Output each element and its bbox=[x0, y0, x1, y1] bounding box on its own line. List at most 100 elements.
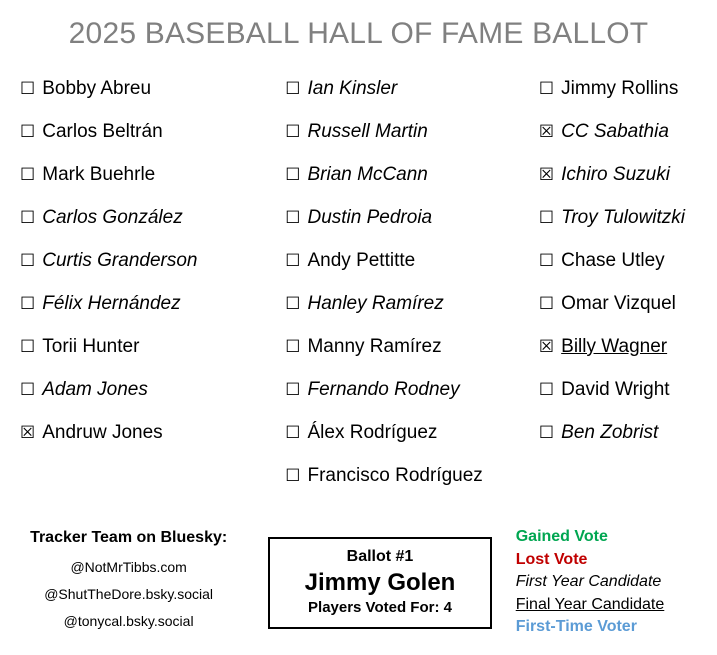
ballot-voter-name: Jimmy Golen bbox=[304, 569, 456, 596]
checkbox-unchecked-icon[interactable]: ☐ bbox=[20, 111, 35, 154]
checkbox-unchecked-icon[interactable]: ☐ bbox=[20, 326, 35, 369]
checkbox-unchecked-icon[interactable]: ☐ bbox=[539, 283, 554, 326]
candidate-row[interactable]: ☒ Ichiro Suzuki bbox=[539, 153, 717, 196]
page-title: 2025 BASEBALL HALL OF FAME BALLOT bbox=[68, 17, 649, 50]
candidate-name: Francisco Rodríguez bbox=[307, 465, 483, 486]
checkbox-unchecked-icon[interactable]: ☐ bbox=[20, 240, 35, 283]
ballot-card-section: Ballot #1 Jimmy Golen Players Voted For:… bbox=[257, 518, 502, 629]
checkbox-unchecked-icon[interactable]: ☐ bbox=[20, 154, 35, 197]
candidate-row[interactable]: ☐ Chase Utley bbox=[539, 239, 717, 282]
candidate-row[interactable]: ☐ Félix Hernández bbox=[20, 282, 272, 325]
legend-item-final-year: Final Year Candidate bbox=[515, 595, 665, 613]
legend-item-gained: Gained Vote bbox=[515, 528, 608, 545]
checkbox-unchecked-icon[interactable]: ☐ bbox=[285, 197, 300, 240]
candidate-name: Ian Kinsler bbox=[307, 78, 398, 99]
candidate-row[interactable]: ☒ Billy Wagner bbox=[539, 325, 717, 368]
candidate-row[interactable]: ☐ Hanley Ramírez bbox=[285, 282, 526, 325]
candidate-name: Curtis Granderson bbox=[42, 250, 198, 271]
ballot-column-1: ☐ Bobby Abreu ☐ Carlos Beltrán ☐ Mark Buehrle… bbox=[0, 67, 272, 454]
candidate-name: Andruw Jones bbox=[42, 422, 163, 443]
checkbox-unchecked-icon[interactable]: ☐ bbox=[285, 111, 300, 154]
candidate-row[interactable]: ☐ Andy Pettitte bbox=[285, 239, 526, 282]
candidate-row[interactable]: ☐ Fernando Rodney bbox=[285, 368, 526, 411]
checkbox-unchecked-icon[interactable]: ☐ bbox=[539, 68, 554, 111]
checkbox-unchecked-icon[interactable]: ☐ bbox=[20, 68, 35, 111]
candidate-row[interactable]: ☐ Carlos González bbox=[20, 196, 272, 239]
ballot-vote-count: Players Voted For: 4 bbox=[308, 599, 452, 617]
candidate-row[interactable]: ☐ Brian McCann bbox=[285, 153, 526, 196]
candidate-name: Carlos Beltrán bbox=[42, 121, 163, 142]
candidate-name: CC Sabathia bbox=[561, 121, 669, 142]
checkbox-unchecked-icon[interactable]: ☐ bbox=[539, 197, 554, 240]
candidate-name: Billy Wagner bbox=[561, 336, 668, 357]
checkbox-unchecked-icon[interactable]: ☐ bbox=[285, 326, 300, 369]
candidate-name: Ben Zobrist bbox=[561, 422, 659, 443]
checkbox-unchecked-icon[interactable]: ☐ bbox=[539, 369, 554, 412]
footer: Tracker Team on Bluesky: @NotMrTibbs.com… bbox=[0, 518, 717, 655]
candidate-row[interactable]: ☐ Bobby Abreu bbox=[20, 67, 272, 110]
candidate-row[interactable]: ☒ CC Sabathia bbox=[539, 110, 717, 153]
candidate-name: Dustin Pedroia bbox=[307, 207, 433, 228]
checkbox-unchecked-icon[interactable]: ☐ bbox=[539, 240, 554, 283]
ballot-number: Ballot #1 bbox=[346, 548, 414, 565]
checkbox-checked-icon[interactable]: ☒ bbox=[539, 111, 554, 154]
tracker-team-heading: Tracker Team on Bluesky: bbox=[30, 529, 228, 546]
tracker-handle[interactable]: @NotMrTibbs.com bbox=[0, 559, 257, 575]
ballot-column-2: ☐ Ian Kinsler ☐ Russell Martin ☐ Brian McCann… bbox=[272, 67, 526, 497]
candidate-name: Ichiro Suzuki bbox=[561, 164, 670, 185]
candidate-row[interactable]: ☒ Andruw Jones bbox=[20, 411, 272, 454]
candidate-name: Hanley Ramírez bbox=[307, 293, 444, 314]
candidate-name: Jimmy Rollins bbox=[561, 78, 679, 99]
candidate-row[interactable]: ☐ Ian Kinsler bbox=[285, 67, 526, 110]
candidate-name: Brian McCann bbox=[307, 164, 428, 185]
candidate-row[interactable]: ☐ Adam Jones bbox=[20, 368, 272, 411]
legend-item-first-year: First Year Candidate bbox=[515, 573, 662, 590]
candidate-name: Russell Martin bbox=[307, 121, 428, 142]
candidate-row[interactable]: ☐ Ben Zobrist bbox=[539, 411, 717, 454]
candidate-row[interactable]: ☐ Jimmy Rollins bbox=[539, 67, 717, 110]
candidate-name: Torii Hunter bbox=[42, 336, 140, 357]
checkbox-unchecked-icon[interactable]: ☐ bbox=[20, 197, 35, 240]
candidate-name: Manny Ramírez bbox=[307, 336, 442, 357]
checkbox-unchecked-icon[interactable]: ☐ bbox=[285, 68, 300, 111]
candidate-row[interactable]: ☐ Carlos Beltrán bbox=[20, 110, 272, 153]
candidate-row[interactable]: ☐ David Wright bbox=[539, 368, 717, 411]
checkbox-checked-icon[interactable]: ☒ bbox=[539, 326, 554, 369]
candidate-name: Adam Jones bbox=[42, 379, 148, 400]
checkbox-checked-icon[interactable]: ☒ bbox=[20, 412, 35, 455]
candidate-row[interactable]: ☐ Francisco Rodríguez bbox=[285, 454, 526, 497]
candidate-row[interactable]: ☐ Mark Buehrle bbox=[20, 153, 272, 196]
candidate-name: Mark Buehrle bbox=[42, 164, 156, 185]
candidate-row[interactable]: ☐ Torii Hunter bbox=[20, 325, 272, 368]
checkbox-unchecked-icon[interactable]: ☐ bbox=[285, 412, 300, 455]
tracker-team-section: Tracker Team on Bluesky: @NotMrTibbs.com… bbox=[0, 518, 257, 640]
ballot-columns: ☐ Bobby Abreu ☐ Carlos Beltrán ☐ Mark Buehrle… bbox=[0, 50, 717, 497]
checkbox-unchecked-icon[interactable]: ☐ bbox=[20, 369, 35, 412]
candidate-name: Omar Vizquel bbox=[561, 293, 676, 314]
candidate-name: Álex Rodríguez bbox=[307, 422, 438, 443]
candidate-row[interactable]: ☐ Dustin Pedroia bbox=[285, 196, 526, 239]
candidate-row[interactable]: ☐ Manny Ramírez bbox=[285, 325, 526, 368]
checkbox-checked-icon[interactable]: ☒ bbox=[539, 154, 554, 197]
checkbox-unchecked-icon[interactable]: ☐ bbox=[285, 240, 300, 283]
candidate-name: Fernando Rodney bbox=[307, 379, 460, 400]
checkbox-unchecked-icon[interactable]: ☐ bbox=[285, 154, 300, 197]
checkbox-unchecked-icon[interactable]: ☐ bbox=[539, 412, 554, 455]
tracker-handle[interactable]: @tonycal.bsky.social bbox=[0, 613, 257, 629]
checkbox-unchecked-icon[interactable]: ☐ bbox=[285, 283, 300, 326]
candidate-name: David Wright bbox=[561, 379, 670, 400]
legend-item-lost: Lost Vote bbox=[515, 550, 588, 568]
ballot-column-3: ☐ Jimmy Rollins ☒ CC Sabathia ☒ Ichiro Suzuki… bbox=[526, 67, 717, 454]
candidate-name: Bobby Abreu bbox=[42, 78, 152, 99]
candidate-name: Chase Utley bbox=[561, 250, 665, 271]
candidate-row[interactable]: ☐ Omar Vizquel bbox=[539, 282, 717, 325]
candidate-row[interactable]: ☐ Curtis Granderson bbox=[20, 239, 272, 282]
tracker-handle[interactable]: @ShutTheDore.bsky.social bbox=[0, 586, 257, 602]
candidate-row[interactable]: ☐ Troy Tulowitzki bbox=[539, 196, 717, 239]
candidate-row[interactable]: ☐ Russell Martin bbox=[285, 110, 526, 153]
checkbox-unchecked-icon[interactable]: ☐ bbox=[285, 369, 300, 412]
checkbox-unchecked-icon[interactable]: ☐ bbox=[20, 283, 35, 326]
candidate-row[interactable]: ☐ Álex Rodríguez bbox=[285, 411, 526, 454]
candidate-name: Troy Tulowitzki bbox=[561, 207, 686, 228]
checkbox-unchecked-icon[interactable]: ☐ bbox=[285, 455, 300, 498]
